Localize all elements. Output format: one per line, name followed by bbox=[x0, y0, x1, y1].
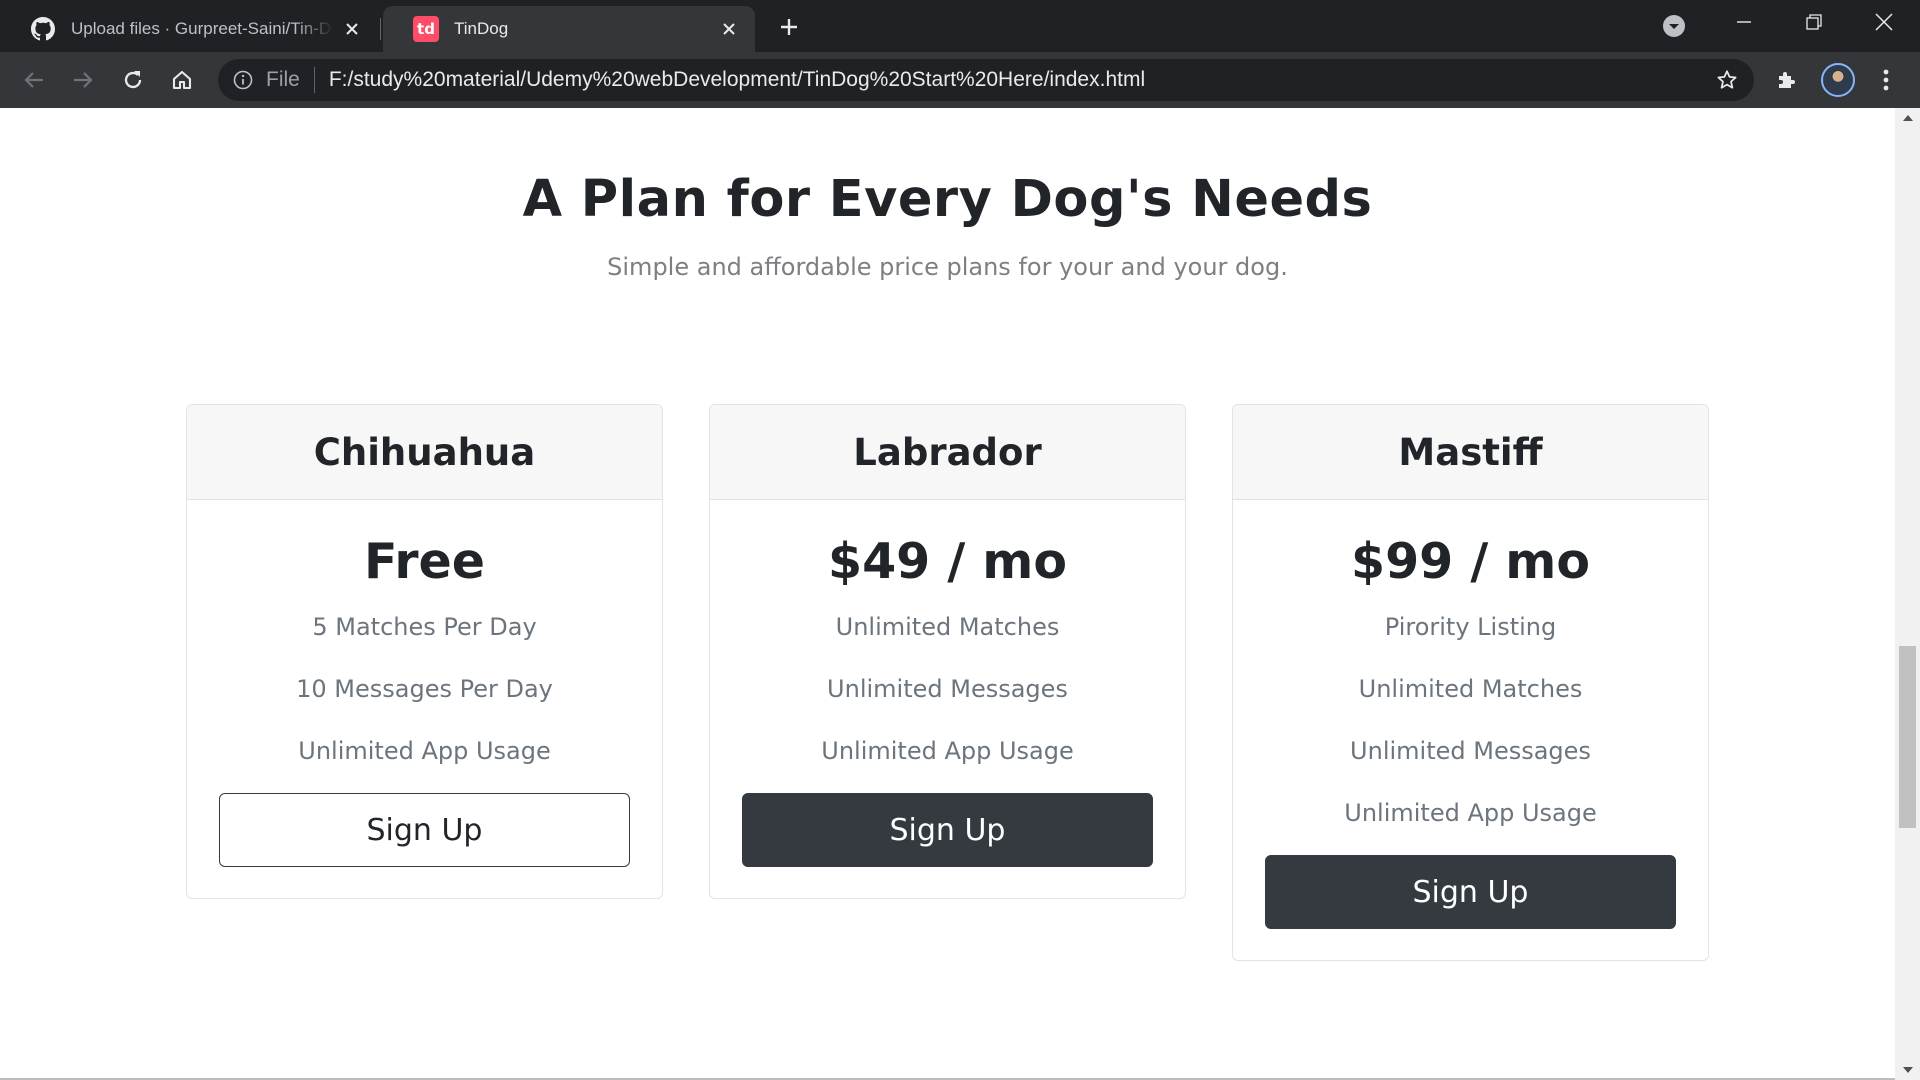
home-button[interactable] bbox=[166, 64, 198, 96]
browser-tabstrip: Upload files · Gurpreet-Saini/Tin-Dog td… bbox=[0, 0, 1920, 52]
plan-price: $49 / mo bbox=[827, 533, 1068, 590]
scroll-down-arrow-icon[interactable] bbox=[1895, 1060, 1920, 1080]
pricing-card-chihuahua: Chihuahua Free 5 Matches Per Day 10 Mess… bbox=[186, 404, 663, 899]
plan-feature: Unlimited Matches bbox=[1358, 675, 1583, 703]
close-icon[interactable] bbox=[719, 19, 739, 39]
plan-feature: Pirority Listing bbox=[1384, 613, 1557, 641]
page-scrollbar[interactable] bbox=[1895, 108, 1920, 1080]
pricing-card-labrador: Labrador $49 / mo Unlimited Matches Unli… bbox=[709, 404, 1186, 899]
plan-feature: Unlimited Messages bbox=[1350, 737, 1591, 765]
plan-feature: 10 Messages Per Day bbox=[296, 675, 553, 703]
sign-up-button[interactable]: Sign Up bbox=[742, 793, 1153, 867]
browser-toolbar: File F:/study%20material/Udemy%20webDeve… bbox=[0, 52, 1920, 108]
plan-feature: Unlimited Matches bbox=[835, 613, 1060, 641]
scroll-up-arrow-icon[interactable] bbox=[1895, 108, 1920, 128]
tab-title: TinDog bbox=[454, 19, 509, 38]
kebab-menu-icon[interactable] bbox=[1872, 64, 1900, 96]
site-info-chip[interactable]: File bbox=[266, 68, 300, 92]
pricing-title: A Plan for Every Dog's Needs bbox=[522, 170, 1373, 229]
github-icon bbox=[30, 16, 56, 42]
pricing-card-mastiff: Mastiff $99 / mo Pirority Listing Unlimi… bbox=[1232, 404, 1709, 961]
plan-feature: Unlimited App Usage bbox=[298, 737, 551, 765]
plan-name: Labrador bbox=[710, 405, 1185, 500]
plan-feature: Unlimited App Usage bbox=[821, 737, 1074, 765]
back-button[interactable] bbox=[18, 64, 50, 96]
plan-feature: Unlimited Messages bbox=[827, 675, 1068, 703]
bookmark-star-icon[interactable] bbox=[1712, 65, 1742, 95]
plan-feature: Unlimited App Usage bbox=[1344, 799, 1597, 827]
tab-divider bbox=[380, 18, 381, 40]
extensions-puzzle-icon[interactable] bbox=[1771, 64, 1803, 96]
tab-github-upload[interactable]: Upload files · Gurpreet-Saini/Tin-Dog bbox=[0, 6, 377, 52]
sign-up-button[interactable]: Sign Up bbox=[219, 793, 630, 867]
close-window-button[interactable] bbox=[1852, 0, 1916, 44]
tab-tindog[interactable]: td TinDog bbox=[383, 6, 755, 52]
plan-feature: 5 Matches Per Day bbox=[312, 613, 537, 641]
close-icon[interactable] bbox=[342, 19, 361, 39]
scrollbar-thumb[interactable] bbox=[1899, 646, 1916, 828]
minimize-button[interactable] bbox=[1712, 0, 1776, 44]
sign-up-button[interactable]: Sign Up bbox=[1265, 855, 1676, 929]
tab-title: Upload files · Gurpreet-Saini/Tin-Dog bbox=[71, 19, 335, 38]
forward-button[interactable] bbox=[67, 64, 99, 96]
plan-name: Chihuahua bbox=[187, 405, 662, 500]
new-tab-button[interactable] bbox=[774, 12, 804, 42]
url-text[interactable]: F:/study%20material/Udemy%20webDevelopme… bbox=[329, 68, 1712, 92]
plan-name: Mastiff bbox=[1233, 405, 1708, 500]
info-icon[interactable] bbox=[232, 69, 254, 91]
pricing-subtitle: Simple and affordable price plans for yo… bbox=[607, 253, 1288, 281]
restore-button[interactable] bbox=[1782, 0, 1846, 44]
tindog-favicon-text: td bbox=[417, 20, 435, 38]
plan-price: Free bbox=[364, 533, 485, 590]
address-bar[interactable]: File F:/study%20material/Udemy%20webDeve… bbox=[218, 59, 1754, 101]
plan-price: $99 / mo bbox=[1350, 533, 1591, 590]
tindog-favicon: td bbox=[413, 16, 439, 42]
address-divider bbox=[313, 67, 315, 93]
reload-button[interactable] bbox=[117, 64, 149, 96]
tab-search-icon[interactable] bbox=[1660, 12, 1688, 40]
profile-avatar[interactable] bbox=[1821, 63, 1855, 97]
